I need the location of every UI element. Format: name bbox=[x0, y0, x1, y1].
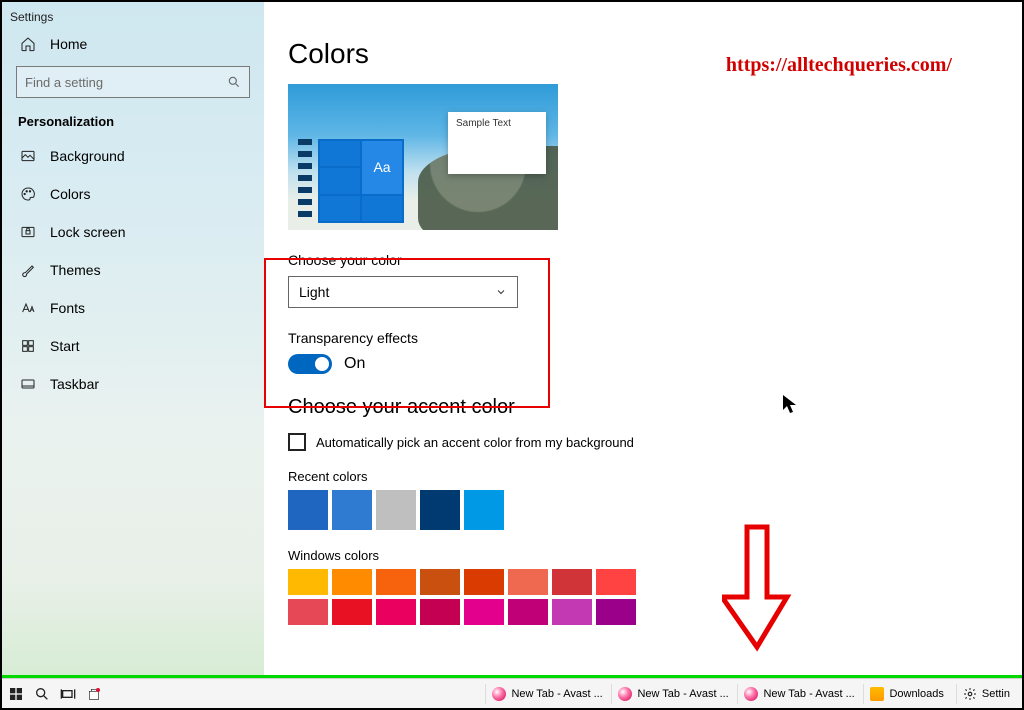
color-swatch[interactable] bbox=[332, 599, 372, 625]
color-swatch[interactable] bbox=[376, 490, 416, 530]
taskbar-settings[interactable]: Settin bbox=[956, 684, 1016, 704]
sidebar-item-colors[interactable]: Colors bbox=[2, 175, 264, 213]
chevron-down-icon bbox=[495, 286, 507, 298]
sidebar-item-background[interactable]: Background bbox=[2, 137, 264, 175]
search-placeholder: Find a setting bbox=[25, 75, 103, 90]
nav-label: Lock screen bbox=[50, 224, 125, 240]
home-icon bbox=[20, 36, 36, 52]
sidebar-item-fonts[interactable]: Fonts bbox=[2, 289, 264, 327]
search-icon bbox=[227, 75, 241, 89]
taskbar-tab-label: New Tab - Avast ... bbox=[637, 688, 728, 700]
window-title: Settings bbox=[2, 8, 264, 26]
taskbar-tab-1[interactable]: New Tab - Avast ... bbox=[611, 684, 731, 704]
lock-icon bbox=[20, 224, 36, 240]
grid-icon bbox=[20, 338, 36, 354]
preview-aa: Aa bbox=[362, 141, 402, 194]
font-icon bbox=[20, 300, 36, 316]
section-label: Personalization bbox=[2, 110, 264, 137]
choose-color-label: Choose your color bbox=[288, 252, 998, 268]
taskbar-downloads-label: Downloads bbox=[889, 688, 943, 700]
theme-preview: Aa Sample Text bbox=[288, 84, 558, 230]
nav-label: Start bbox=[50, 338, 80, 354]
browser-icon bbox=[618, 687, 632, 701]
annotation-url: https://alltechqueries.com/ bbox=[726, 54, 952, 77]
color-swatch[interactable] bbox=[376, 599, 416, 625]
annotation-arrow-down bbox=[722, 522, 792, 652]
color-swatch[interactable] bbox=[552, 599, 592, 625]
cursor-icon bbox=[782, 394, 798, 419]
accent-heading: Choose your accent color bbox=[288, 396, 998, 419]
color-swatch[interactable] bbox=[596, 569, 636, 595]
nav-label: Colors bbox=[50, 186, 90, 202]
color-swatch[interactable] bbox=[376, 569, 416, 595]
color-swatch[interactable] bbox=[288, 490, 328, 530]
color-swatch[interactable] bbox=[420, 569, 460, 595]
auto-pick-label: Automatically pick an accent color from … bbox=[316, 435, 634, 450]
taskbar-tab-2[interactable]: New Tab - Avast ... bbox=[737, 684, 857, 704]
settings-content: Colors Aa Sample Text Choose your color … bbox=[264, 2, 1022, 678]
nav-label: Background bbox=[50, 148, 125, 164]
palette-icon bbox=[20, 186, 36, 202]
sidebar-item-start[interactable]: Start bbox=[2, 327, 264, 365]
choose-color-value: Light bbox=[299, 284, 329, 300]
search-input[interactable]: Find a setting bbox=[16, 66, 250, 98]
transparency-label: Transparency effects bbox=[288, 330, 998, 346]
color-swatch[interactable] bbox=[288, 599, 328, 625]
sidebar-item-taskbar[interactable]: Taskbar bbox=[2, 365, 264, 403]
choose-color-select[interactable]: Light bbox=[288, 276, 518, 308]
task-view-icon[interactable] bbox=[60, 686, 76, 702]
folder-icon bbox=[870, 687, 884, 701]
color-swatch[interactable] bbox=[464, 569, 504, 595]
image-icon bbox=[20, 148, 36, 164]
sidebar-item-lockscreen[interactable]: Lock screen bbox=[2, 213, 264, 251]
auto-pick-checkbox[interactable] bbox=[288, 433, 306, 451]
settings-sidebar: Settings Home Find a setting Personaliza… bbox=[2, 2, 264, 678]
start-icon[interactable] bbox=[8, 686, 24, 702]
recent-colors-label: Recent colors bbox=[288, 469, 998, 484]
nav-label: Fonts bbox=[50, 300, 85, 316]
home-label: Home bbox=[50, 36, 87, 52]
taskbar-settings-label: Settin bbox=[982, 688, 1010, 700]
store-icon[interactable] bbox=[86, 686, 102, 702]
transparency-toggle[interactable] bbox=[288, 354, 332, 374]
color-swatch[interactable] bbox=[420, 599, 460, 625]
color-swatch[interactable] bbox=[332, 490, 372, 530]
nav-list: Background Colors Lock screen Themes Fon… bbox=[2, 137, 264, 403]
home-nav[interactable]: Home bbox=[2, 26, 264, 60]
sidebar-item-themes[interactable]: Themes bbox=[2, 251, 264, 289]
color-swatch[interactable] bbox=[508, 569, 548, 595]
nav-label: Themes bbox=[50, 262, 101, 278]
recent-colors bbox=[288, 490, 608, 530]
color-swatch[interactable] bbox=[464, 599, 504, 625]
search-icon[interactable] bbox=[34, 686, 50, 702]
taskbar-tab-0[interactable]: New Tab - Avast ... bbox=[485, 684, 605, 704]
browser-icon bbox=[744, 687, 758, 701]
color-swatch[interactable] bbox=[552, 569, 592, 595]
brush-icon bbox=[20, 262, 36, 278]
taskbar-downloads[interactable]: Downloads bbox=[863, 684, 949, 704]
color-swatch[interactable] bbox=[288, 569, 328, 595]
windows-colors-label: Windows colors bbox=[288, 548, 998, 563]
nav-label: Taskbar bbox=[50, 376, 99, 392]
browser-icon bbox=[492, 687, 506, 701]
preview-sample-text: Sample Text bbox=[448, 112, 546, 174]
transparency-value: On bbox=[344, 355, 365, 373]
taskbar-tab-label: New Tab - Avast ... bbox=[511, 688, 602, 700]
color-swatch[interactable] bbox=[596, 599, 636, 625]
gear-icon bbox=[963, 687, 977, 701]
taskbar-tab-label: New Tab - Avast ... bbox=[763, 688, 854, 700]
color-swatch[interactable] bbox=[464, 490, 504, 530]
taskbar-icon bbox=[20, 376, 36, 392]
color-swatch[interactable] bbox=[508, 599, 548, 625]
taskbar: New Tab - Avast ... New Tab - Avast ... … bbox=[2, 678, 1022, 708]
color-swatch[interactable] bbox=[332, 569, 372, 595]
color-swatch[interactable] bbox=[420, 490, 460, 530]
windows-colors bbox=[288, 569, 668, 625]
